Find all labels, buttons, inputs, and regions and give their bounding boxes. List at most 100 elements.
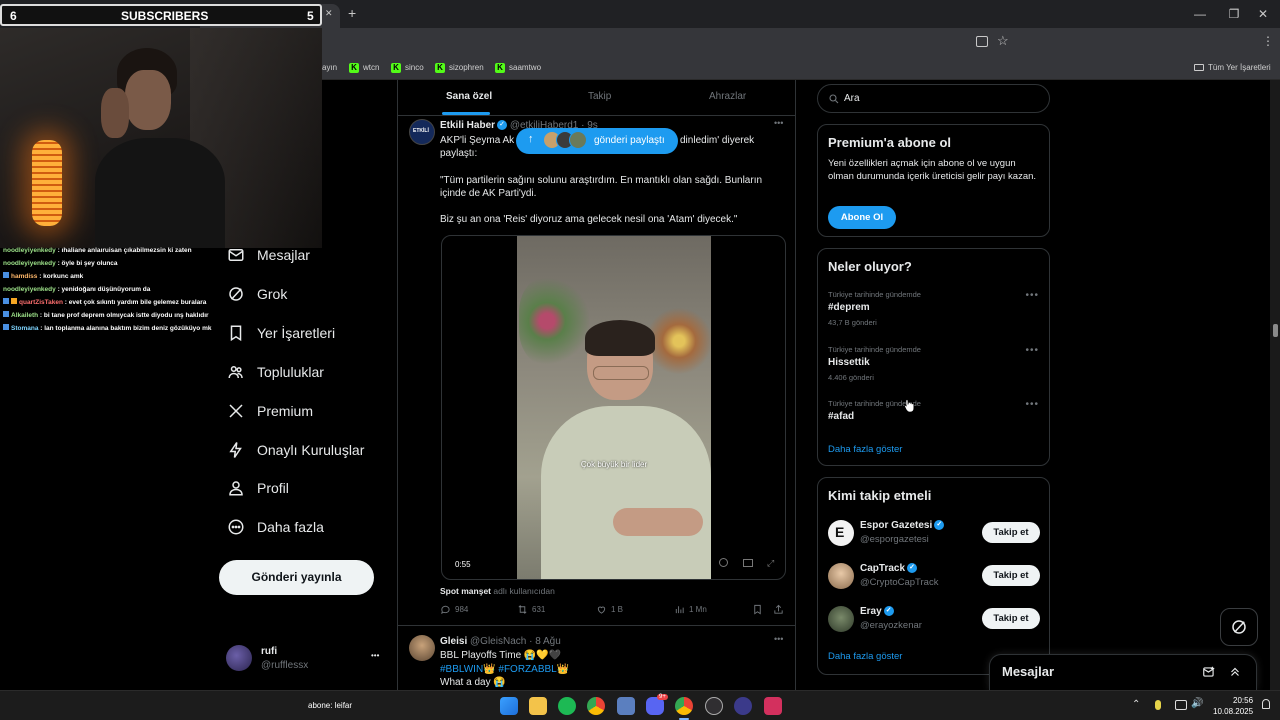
source-name[interactable]: Spot manşet: [440, 586, 491, 596]
windows-taskbar: abone: leifar 9+ ⌃ 🔊 20:56 10.08.2025: [0, 690, 1280, 720]
new-tab-button[interactable]: +: [348, 5, 356, 21]
nav-item-premium[interactable]: Premium: [227, 398, 313, 424]
tweet-author-name[interactable]: Etkili Haber: [440, 120, 495, 131]
follow-show-more-link[interactable]: Daha fazla göster: [828, 651, 902, 662]
like-button[interactable]: 1 B: [596, 604, 623, 615]
install-app-icon[interactable]: [976, 36, 988, 47]
chat-text: : öyle bi şey olunca: [57, 260, 118, 267]
chrome-icon[interactable]: [587, 697, 605, 715]
bookmark-icon: [754, 604, 761, 615]
views-count: 1 Mn: [689, 605, 707, 614]
tweet-author-name[interactable]: Gleisi: [440, 636, 467, 647]
window-close-button[interactable]: ✕: [1255, 6, 1271, 22]
tray-volume-icon[interactable]: 🔊: [1191, 698, 1203, 709]
all-bookmarks-folder[interactable]: Tüm Yer İşaretleri: [1194, 62, 1271, 74]
tab-for-you[interactable]: Sana özel: [446, 91, 492, 102]
follow-button[interactable]: Takip et: [982, 522, 1040, 543]
nav-item-bookmarks[interactable]: Yer İşaretleri: [227, 320, 335, 346]
premium-title: Premium'a abone ol: [828, 135, 952, 150]
reply-button[interactable]: 984: [440, 604, 468, 615]
tweet-author-avatar[interactable]: ETKİLİ: [409, 119, 435, 145]
grok-floating-button[interactable]: [1220, 608, 1258, 646]
post-button[interactable]: Gönderi yayınla: [219, 560, 374, 595]
search-input[interactable]: Ara: [844, 93, 860, 104]
bookmark-sizophren[interactable]: Ksizophren: [435, 62, 484, 74]
account-more-icon[interactable]: •••: [371, 651, 379, 660]
chat-user: Stomana: [11, 325, 39, 332]
follow-name-text: Espor Gazetesi: [860, 520, 933, 531]
video-pip-icon[interactable]: [743, 559, 753, 567]
taskbar-time[interactable]: 20:56: [1233, 696, 1253, 705]
trends-show-more-link[interactable]: Daha fazla göster: [828, 444, 902, 455]
page-scrollbar[interactable]: [1270, 80, 1280, 690]
chat-text: : korkunc amk: [39, 273, 84, 280]
nav-item-more[interactable]: Daha fazla: [227, 514, 324, 540]
follow-suggestion[interactable]: Eray ✓ @erayozkenar Takip et: [828, 606, 1040, 636]
tab-close-button[interactable]: ✕: [325, 8, 333, 19]
start-windows-icon[interactable]: [500, 697, 518, 715]
subscribe-button[interactable]: Abone Ol: [828, 206, 896, 229]
etkili-haber-logo-icon: ETKİLİ: [413, 128, 429, 134]
tweet-more-icon[interactable]: •••: [774, 634, 783, 644]
obs-icon[interactable]: [705, 697, 723, 715]
bookmark-ayin[interactable]: ayın: [322, 62, 337, 74]
chat-message: hamdiss : korkunc amk: [0, 270, 232, 283]
follow-suggestion[interactable]: CapTrack ✓ @CryptoCapTrack Takip et: [828, 563, 1040, 593]
chevron-up-icon[interactable]: [1228, 665, 1242, 679]
follow-suggestion[interactable]: E Espor Gazetesi ✓ @esporgazetesi Takip e…: [828, 520, 1040, 550]
views-button[interactable]: 1 Mn: [674, 604, 707, 615]
tab-ahrazlar[interactable]: Ahrazlar: [709, 91, 746, 102]
tweet-handle-time[interactable]: @GleisNach · 8 Ağu: [470, 636, 561, 647]
tray-network-icon[interactable]: [1175, 700, 1187, 710]
app-icon[interactable]: [764, 697, 782, 715]
streamer-body: [95, 138, 225, 248]
taskbar-date[interactable]: 10.08.2025: [1213, 707, 1253, 716]
account-switcher[interactable]: rufi @rufflessx •••: [226, 643, 386, 673]
bookmark-sinco[interactable]: Ksinco: [391, 62, 424, 74]
nav-item-verified-orgs[interactable]: Onaylı Kuruluşlar: [227, 437, 364, 463]
browser-menu-icon[interactable]: ⋮: [1262, 34, 1274, 48]
tray-mic-icon[interactable]: [1155, 700, 1161, 710]
spotify-icon[interactable]: [558, 697, 576, 715]
video-fullscreen-icon[interactable]: ⤢: [767, 558, 774, 569]
trend-more-icon[interactable]: •••: [1025, 290, 1039, 301]
tab-following[interactable]: Takip: [588, 91, 611, 102]
tray-chevron-up-icon[interactable]: ⌃: [1132, 699, 1140, 710]
nav-item-grok[interactable]: Grok: [227, 281, 287, 307]
bookmark-button[interactable]: [752, 604, 767, 615]
window-minimize-button[interactable]: —: [1192, 6, 1208, 22]
flowers-decoration: [647, 306, 711, 376]
window-maximize-button[interactable]: ❐: [1226, 6, 1242, 22]
chrome-active-icon[interactable]: [675, 697, 693, 715]
video-frame: Çok büyük bir lider: [517, 236, 711, 579]
file-explorer-icon[interactable]: [529, 697, 547, 715]
trend-more-icon[interactable]: •••: [1025, 399, 1039, 410]
scrollbar-thumb[interactable]: [1273, 324, 1278, 337]
video-settings-icon[interactable]: [719, 558, 728, 567]
nav-item-profile[interactable]: Profil: [227, 475, 289, 501]
lightning-icon: [229, 442, 242, 458]
app-icon[interactable]: [734, 697, 752, 715]
new-message-icon[interactable]: [1202, 665, 1216, 679]
notification-bell-icon[interactable]: [1262, 699, 1270, 709]
tweet-hashtags[interactable]: #BBLWIN👑 #FORZABBL👑: [440, 663, 569, 676]
follow-button[interactable]: Takip et: [982, 565, 1040, 586]
nav-item-communities[interactable]: Topluluklar: [227, 359, 324, 385]
messages-drawer[interactable]: Mesajlar: [989, 654, 1257, 690]
bookmark-star-icon[interactable]: ☆: [997, 33, 1009, 49]
tweet-more-icon[interactable]: •••: [774, 118, 783, 128]
repost-button[interactable]: 631: [517, 604, 545, 615]
share-button[interactable]: [773, 604, 788, 615]
app-icon[interactable]: [617, 697, 635, 715]
chat-text: : lan toplanma alanına baktım bizim deni…: [40, 325, 212, 332]
bookmark-saamtwo[interactable]: Ksaamtwo: [495, 62, 541, 74]
tweet-video[interactable]: Çok büyük bir lider 0:55 ⤢: [441, 235, 786, 580]
bookmark-wtcn[interactable]: Kwtcn: [349, 62, 379, 74]
new-posts-pill[interactable]: ↑ gönderi paylaştı: [516, 128, 678, 154]
follow-button[interactable]: Takip et: [982, 608, 1040, 629]
search-box[interactable]: Ara: [817, 84, 1050, 113]
trend-more-icon[interactable]: •••: [1025, 345, 1039, 356]
heart-icon: [597, 606, 606, 614]
avatar: [226, 645, 252, 671]
tweet-author-avatar[interactable]: [409, 635, 435, 661]
